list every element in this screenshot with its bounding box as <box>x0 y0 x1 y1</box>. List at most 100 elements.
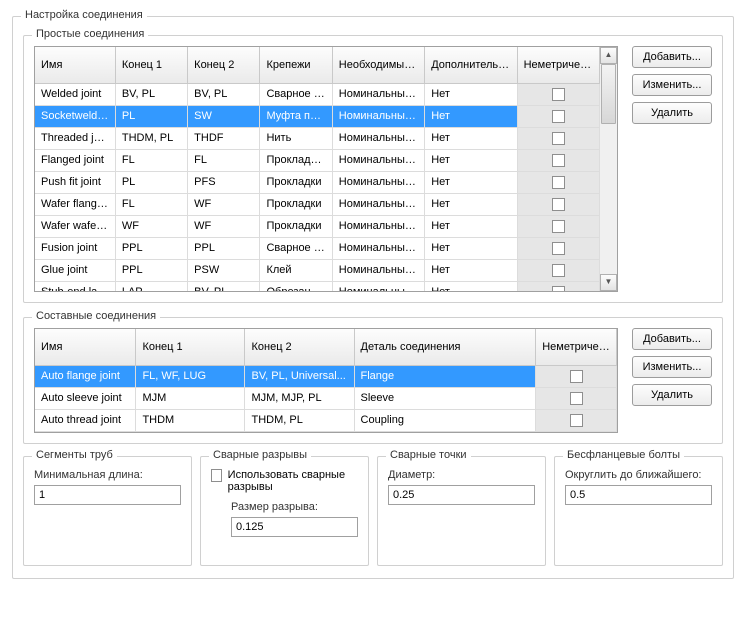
table-row[interactable]: Wafer wafer j...WFWFПрокладкиНоминальный… <box>35 215 600 237</box>
table-row[interactable]: Fusion jointPPLPPLСварное с...Номинальны… <box>35 237 600 259</box>
weldpoints-title: Сварные точки <box>386 449 471 461</box>
table-cell: MJM <box>136 387 245 409</box>
scroll-up-icon[interactable]: ▲ <box>600 47 617 64</box>
nonmetric-checkbox[interactable] <box>570 414 583 427</box>
nonmetric-checkbox[interactable] <box>570 392 583 405</box>
flangeless-title: Бесфланцевые болты <box>563 449 684 461</box>
table-row[interactable]: Socketwelded...PLSWМуфта при...Номинальн… <box>35 105 600 127</box>
round-label: Округлить до ближайшего: <box>565 469 712 481</box>
table-cell: THDF <box>188 127 260 149</box>
table-row[interactable]: Auto flange jointFL, WF, LUGBV, PL, Univ… <box>35 365 617 387</box>
column-header[interactable]: Конец 2 <box>245 329 354 365</box>
column-header[interactable]: Крепежи <box>260 47 332 83</box>
table-cell: Номинальный д... <box>332 237 424 259</box>
table-cell: Coupling <box>354 409 536 431</box>
column-header[interactable]: Конец 2 <box>188 47 260 83</box>
table-cell: BV, PL <box>188 281 260 291</box>
nonmetric-checkbox[interactable] <box>552 88 565 101</box>
diameter-field[interactable] <box>388 485 535 505</box>
column-header[interactable]: Деталь соединения <box>354 329 536 365</box>
table-row[interactable]: Auto thread jointTHDMTHDM, PLCoupling <box>35 409 617 431</box>
nonmetric-checkbox[interactable] <box>552 154 565 167</box>
table-cell: Нет <box>425 215 517 237</box>
round-field[interactable] <box>565 485 712 505</box>
table-cell: PL <box>115 105 187 127</box>
table-cell: Threaded joint <box>35 127 115 149</box>
table-cell: Обрезанн... <box>260 281 332 291</box>
nonmetric-cell <box>536 365 617 387</box>
table-cell: Sleeve <box>354 387 536 409</box>
nonmetric-checkbox[interactable] <box>552 286 565 292</box>
table-cell: PFS <box>188 171 260 193</box>
table-cell: Auto flange joint <box>35 365 136 387</box>
table-cell: Прокладки <box>260 215 332 237</box>
compound-add-button[interactable]: Добавить... <box>632 328 712 350</box>
nonmetric-cell <box>517 193 599 215</box>
nonmetric-checkbox[interactable] <box>570 370 583 383</box>
table-cell: Номинальный д... <box>332 171 424 193</box>
nonmetric-checkbox[interactable] <box>552 220 565 233</box>
column-header[interactable]: Неметрическое соединение <box>536 329 617 365</box>
table-row[interactable]: Threaded jointTHDM, PLTHDFНитьНоминальны… <box>35 127 600 149</box>
use-weldgaps-label: Использовать сварные разрывы <box>228 469 358 493</box>
table-cell: FL <box>188 149 260 171</box>
table-cell: FL, WF, LUG <box>136 365 245 387</box>
compound-title: Составные соединения <box>32 310 160 322</box>
table-cell: Номинальный д... <box>332 259 424 281</box>
simple-delete-button[interactable]: Удалить <box>632 102 712 124</box>
column-header[interactable]: Неметрическое соединение <box>517 47 599 83</box>
column-header[interactable]: Конец 1 <box>136 329 245 365</box>
table-cell: PPL <box>115 259 187 281</box>
main-title: Настройка соединения <box>21 9 147 21</box>
simple-edit-button[interactable]: Изменить... <box>632 74 712 96</box>
table-cell: Welded joint <box>35 83 115 105</box>
nonmetric-cell <box>517 127 599 149</box>
table-row[interactable]: Flanged jointFLFLПрокладки...Номинальный… <box>35 149 600 171</box>
table-cell: Номинальный д... <box>332 281 424 291</box>
compound-table[interactable]: ИмяКонец 1Конец 2Деталь соединенияНеметр… <box>34 328 618 433</box>
table-cell: Push fit joint <box>35 171 115 193</box>
gapsize-field[interactable] <box>231 517 358 537</box>
nonmetric-checkbox[interactable] <box>552 242 565 255</box>
column-header[interactable]: Дополнительные соответствия <box>425 47 517 83</box>
simple-table[interactable]: ИмяКонец 1Конец 2КрепежиНеобходимые соот… <box>34 46 618 292</box>
table-cell: Номинальный д... <box>332 193 424 215</box>
table-cell: Нет <box>425 193 517 215</box>
table-cell: THDM, PL <box>245 409 354 431</box>
scroll-down-icon[interactable]: ▼ <box>600 274 617 291</box>
nonmetric-cell <box>517 83 599 105</box>
column-header[interactable]: Конец 1 <box>115 47 187 83</box>
table-cell: Wafer flanged... <box>35 193 115 215</box>
table-cell: Нет <box>425 83 517 105</box>
nonmetric-cell <box>517 215 599 237</box>
simple-add-button[interactable]: Добавить... <box>632 46 712 68</box>
table-row[interactable]: Push fit jointPLPFSПрокладкиНоминальный … <box>35 171 600 193</box>
nonmetric-checkbox[interactable] <box>552 264 565 277</box>
table-row[interactable]: Auto sleeve jointMJMMJM, MJP, PLSleeve <box>35 387 617 409</box>
nonmetric-checkbox[interactable] <box>552 110 565 123</box>
table-cell: Fusion joint <box>35 237 115 259</box>
table-cell: THDM, PL <box>115 127 187 149</box>
table-cell: MJM, MJP, PL <box>245 387 354 409</box>
scroll-thumb[interactable] <box>601 64 616 124</box>
nonmetric-checkbox[interactable] <box>552 198 565 211</box>
table-cell: Socketwelded... <box>35 105 115 127</box>
table-row[interactable]: Wafer flanged...FLWFПрокладкиНоминальный… <box>35 193 600 215</box>
table-row[interactable]: Welded jointBV, PLBV, PLСварное с...Номи… <box>35 83 600 105</box>
weldgaps-title: Сварные разрывы <box>209 449 311 461</box>
nonmetric-checkbox[interactable] <box>552 176 565 189</box>
column-header[interactable]: Необходимые соответствия <box>332 47 424 83</box>
table-row[interactable]: Stub-end lapp...LAPBV, PLОбрезанн...Номи… <box>35 281 600 291</box>
use-weldgaps-checkbox[interactable] <box>211 469 222 482</box>
column-header[interactable]: Имя <box>35 329 136 365</box>
table-cell: Нет <box>425 105 517 127</box>
compound-edit-button[interactable]: Изменить... <box>632 356 712 378</box>
column-header[interactable]: Имя <box>35 47 115 83</box>
nonmetric-checkbox[interactable] <box>552 132 565 145</box>
scrollbar[interactable]: ▲ ▼ <box>600 47 617 291</box>
table-cell: Сварное с... <box>260 83 332 105</box>
compound-delete-button[interactable]: Удалить <box>632 384 712 406</box>
minlen-field[interactable] <box>34 485 181 505</box>
table-cell: SW <box>188 105 260 127</box>
table-row[interactable]: Glue jointPPLPSWКлейНоминальный д...Нет <box>35 259 600 281</box>
